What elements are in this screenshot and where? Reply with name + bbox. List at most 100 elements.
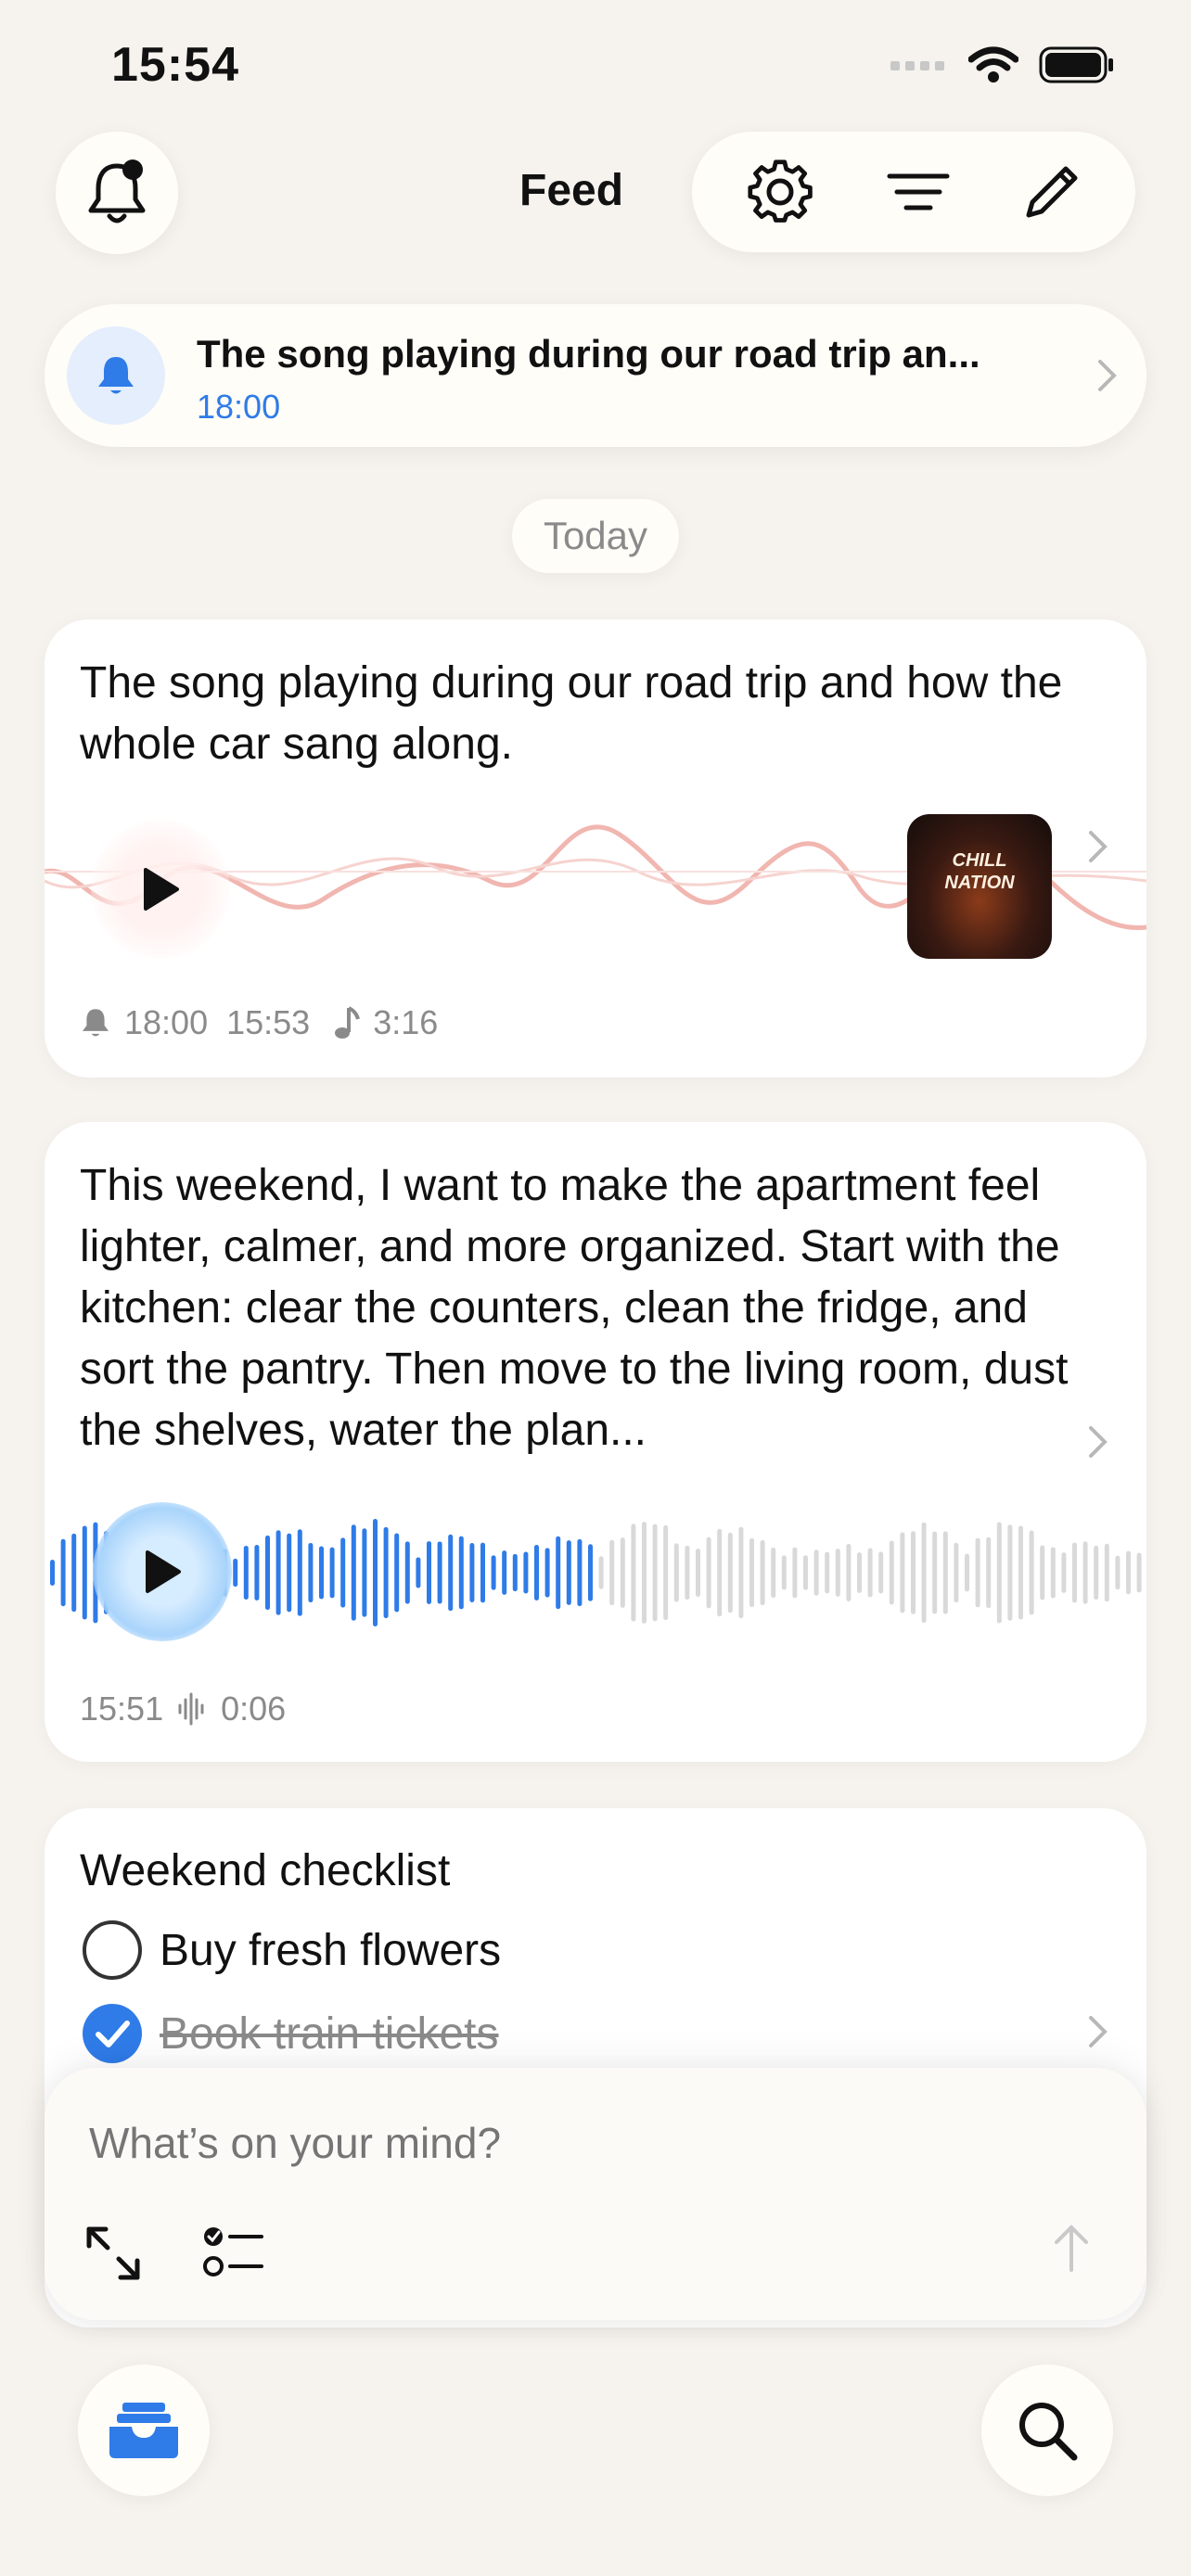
status-icons [890,46,1115,83]
waveform-bar [577,1538,583,1607]
waveform-bar [942,1531,948,1614]
checklist-icon[interactable] [202,2222,267,2283]
waveform-bar [566,1540,571,1605]
reminder-bell-badge [67,326,165,425]
waveform-bar [867,1548,873,1598]
waveform-bar [878,1551,884,1594]
waveform-bar [749,1537,754,1608]
waveform-bar [781,1555,787,1590]
waveform-bar [932,1531,938,1614]
chevron-right-icon [1089,831,1108,862]
play-icon [146,1550,181,1593]
waveform-bar [588,1544,593,1601]
waveform-bar [685,1545,690,1600]
music-note-icon [335,1006,361,1039]
waveform-bar [803,1555,808,1590]
composer [45,2068,1146,2320]
waveform-bar [727,1532,733,1613]
waveform-bar [523,1551,529,1594]
waveform-bar [1029,1530,1034,1615]
waveform-bar [598,1556,604,1589]
header-actions [692,132,1135,252]
send-button[interactable] [1030,2207,1113,2290]
waveform-bar [673,1543,679,1602]
waveform-bar [620,1537,625,1608]
filter-icon[interactable] [886,169,951,215]
unchecked-circle-icon[interactable] [80,1918,145,1983]
waveform-bar [954,1542,959,1603]
waveform-bar [427,1541,431,1604]
waveform-bar [652,1524,658,1622]
inbox-button[interactable] [78,2365,210,2496]
waveform-bar [329,1547,335,1599]
waveform-bar [1007,1524,1013,1621]
note-text: This weekend, I want to make the apartme… [80,1161,1069,1455]
notifications-button[interactable] [56,132,178,254]
note-card[interactable]: The song playing during our road trip an… [45,619,1146,1078]
waveform-bar [480,1542,485,1603]
waveform-bar [696,1548,700,1598]
checklist-item-label: Book train tickets [160,2009,499,2059]
waveform-bar [534,1545,539,1600]
search-icon [1019,2403,1078,2461]
waveform-bar [351,1524,356,1621]
section-date-label: Today [512,499,679,573]
waveform-bar [1094,1545,1099,1600]
duration: 3:16 [373,1003,439,1041]
note-text: The song playing during our road trip an… [80,658,1063,769]
wifi-icon [968,46,1018,83]
waveform-bar [1115,1555,1121,1590]
waveform-bar [813,1549,819,1596]
waveform-bar [404,1541,410,1604]
created-time: 15:53 [226,1003,311,1041]
waveform-bar [544,1548,550,1598]
duration: 0:06 [221,1690,287,1728]
signal-icon [890,61,944,70]
page-title: Feed [519,166,624,215]
search-button[interactable] [981,2365,1113,2496]
battery-icon [1039,46,1113,83]
checked-circle-icon[interactable] [80,2001,145,2066]
album-art-text: CHILL NATION [944,850,1015,893]
composer-input[interactable] [89,2118,924,2168]
checklist-item[interactable]: Buy fresh flowers [80,1918,501,1983]
waveform-bar [233,1558,238,1588]
waveform-bar [448,1534,454,1612]
reminder-time: 18:00 [197,388,281,426]
play-button[interactable] [93,1502,232,1641]
waveform-bar [921,1522,927,1624]
waveform-bar [60,1538,66,1607]
reminder-title: The song playing during our road trip an… [197,332,980,376]
play-button[interactable] [91,820,230,959]
checklist-item[interactable]: Book train tickets [80,2001,498,2066]
pencil-icon[interactable] [1023,163,1081,221]
waveform-bar [319,1546,324,1600]
note-card[interactable]: This weekend, I want to make the apartme… [45,1122,1146,1762]
reminder-banner[interactable]: The song playing during our road trip an… [45,304,1146,447]
inbox-tray-icon [109,2403,178,2458]
waveform-bar [1040,1545,1045,1600]
waveform-bar [792,1547,798,1599]
waveform-bar [50,1560,55,1586]
waveform-bar [900,1532,905,1613]
waveform-bar [760,1539,765,1606]
waveform-bar [717,1528,723,1617]
waveform-bar [82,1525,87,1620]
waveform-bar [965,1553,969,1592]
expand-icon[interactable] [83,2224,143,2283]
waveform-bar [996,1522,1002,1624]
waveform-bar [373,1518,378,1627]
waveform-bar [265,1535,270,1611]
waveform-bar [71,1533,77,1613]
gear-icon[interactable] [747,159,813,225]
waveform-bar [825,1551,830,1594]
waveform-bar [383,1526,389,1619]
waveform-bar [1061,1552,1067,1593]
chevron-right-icon [1089,2016,1108,2047]
waveform-bar [437,1541,442,1604]
waveform-bar [394,1533,400,1613]
waveform-bar [491,1555,496,1590]
album-art: CHILL NATION [907,814,1052,959]
waveform-bar [986,1537,992,1609]
waveform-bar [340,1537,346,1608]
